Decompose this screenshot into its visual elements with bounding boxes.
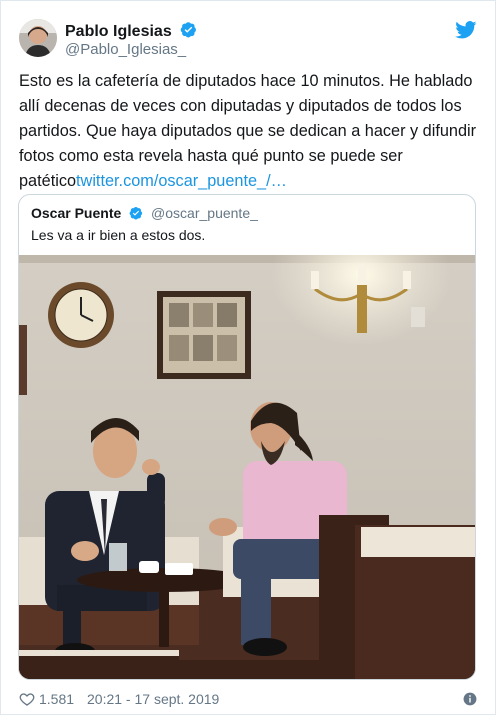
tweet-footer: 1.581 20:21 - 17 sept. 2019 bbox=[19, 690, 477, 710]
quoted-author-handle: @oscar_puente_ bbox=[151, 205, 258, 221]
quoted-tweet-header: Oscar Puente @oscar_puente_ bbox=[31, 205, 258, 221]
tweet-timestamp[interactable]: 20:21 - 17 sept. 2019 bbox=[87, 691, 219, 707]
quoted-tweet-photo[interactable] bbox=[19, 255, 476, 680]
verified-badge-icon bbox=[180, 22, 197, 38]
quoted-author-name: Oscar Puente bbox=[31, 205, 122, 221]
heart-icon[interactable] bbox=[19, 691, 35, 707]
like-count: 1.581 bbox=[39, 691, 75, 707]
verified-badge-icon bbox=[129, 207, 143, 220]
quoted-tweet-text: Les va a ir bien a estos dos. bbox=[31, 227, 206, 243]
quoted-tweet-link[interactable]: twitter.com/oscar_puente_/… bbox=[76, 172, 287, 190]
author-avatar[interactable] bbox=[19, 19, 57, 57]
author-name-text: Pablo Iglesias bbox=[65, 23, 172, 40]
tweet-body: Esto es la cafetería de diputados hace 1… bbox=[19, 69, 477, 194]
quoted-tweet[interactable]: Oscar Puente @oscar_puente_ Les va a ir … bbox=[18, 194, 476, 680]
tweet-header: Pablo Iglesias @Pablo_Iglesias_ bbox=[19, 17, 477, 61]
author-name[interactable]: Pablo Iglesias bbox=[65, 21, 197, 41]
twitter-bird-icon[interactable] bbox=[455, 21, 477, 39]
author-handle[interactable]: @Pablo_Iglesias_ bbox=[65, 41, 186, 58]
tweet-card: Pablo Iglesias @Pablo_Iglesias_ Esto es … bbox=[0, 0, 496, 715]
info-icon[interactable] bbox=[463, 692, 477, 706]
